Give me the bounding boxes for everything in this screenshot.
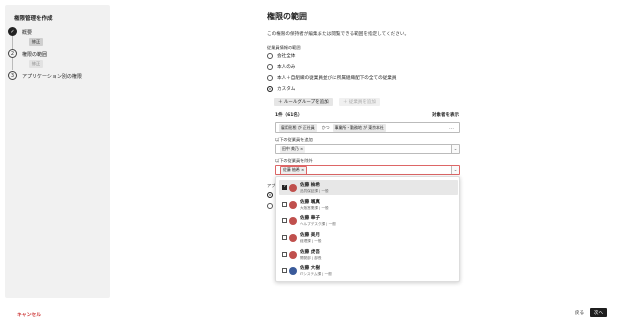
checkbox-icon[interactable] (282, 235, 287, 240)
step-3-label: アプリケーション別の権限 (22, 74, 82, 80)
next-button[interactable]: 次へ (590, 308, 607, 317)
page-title: 権限の範囲 (267, 12, 307, 21)
dropdown-option[interactable]: 佐藤 華子 ヘルプデスク課 | 一般 (279, 213, 458, 228)
back-button[interactable]: 戻る (572, 308, 587, 317)
checkbox-icon[interactable] (282, 252, 287, 257)
rule-chip-employment[interactable]: 雇用形態 が 正社員 (279, 123, 317, 132)
scope-option-self-org[interactable]: 本人＋自組織の従業員並びに所属組織配下の全ての従業員 (267, 75, 396, 81)
add-employee-button[interactable]: ＋ 従業員を追加 (339, 98, 380, 106)
avatar (289, 266, 297, 275)
show-targets-link[interactable]: 対象者を表示 (432, 112, 459, 118)
dropdown-option[interactable]: 佐藤 颯真 大阪営業課 | 一般 (279, 197, 458, 212)
sidebar-title: 権限管理を作成 (14, 16, 53, 22)
chevron-down-icon[interactable]: ⌄ (451, 145, 459, 153)
rule-joiner: かつ (321, 124, 330, 130)
checkbox-icon[interactable] (282, 268, 287, 273)
sidebar: 権限管理を作成 (5, 5, 110, 298)
scope-section-label: 従業員情報の範囲 (267, 45, 301, 50)
dropdown-option[interactable]: 佐藤 柚希 品質保証課 | 一般 (279, 180, 458, 195)
avatar (289, 216, 297, 225)
chevron-down-icon[interactable]: ⌄ (451, 166, 459, 174)
dropdown-option[interactable]: 佐藤 大樹 ITシステム課 | 一般 (279, 263, 458, 278)
step-1-check-icon: ✓ (8, 27, 17, 36)
radio-icon[interactable] (267, 203, 273, 209)
step-connector (12, 36, 13, 49)
step-1-label: 概要 (22, 30, 33, 36)
target-count: 1件（61名） (275, 113, 303, 118)
step-3-number: 3 (8, 71, 17, 80)
exclude-employees-label: 以下の従業員を除外 (275, 158, 313, 163)
step-2-label: 権限の範囲 (22, 52, 48, 58)
radio-icon[interactable] (267, 75, 273, 81)
selected-employee-chip[interactable]: 田中 美乃 × (280, 145, 306, 153)
checkbox-icon[interactable] (282, 202, 287, 207)
checkbox-icon[interactable] (282, 218, 287, 223)
exclude-employees-select[interactable]: 佐藤 柚希 × ⌄ (275, 165, 460, 175)
add-rule-group-button[interactable]: ＋ ルールグループを追加 (274, 98, 333, 106)
more-menu-icon[interactable]: … (449, 125, 454, 131)
page-description: この権限の保持者が編集または閲覧できる範囲を指定してください。 (267, 32, 410, 37)
step-2-number: 2 (8, 49, 17, 58)
cancel-button[interactable]: キャンセル (17, 311, 41, 318)
dropdown-option[interactable]: 佐藤 美月 経理課 | 一般 (279, 230, 458, 245)
radio-selected-icon[interactable] (267, 86, 273, 92)
avatar (289, 250, 297, 259)
avatar (289, 183, 297, 192)
step-2-edit-button[interactable]: 修正 (29, 60, 43, 68)
scope-option-custom[interactable]: カスタム (267, 86, 295, 92)
step-connector (12, 58, 13, 70)
rule-chip-office[interactable]: 事業所・勤務地 が 東京本社 (332, 123, 386, 132)
excluded-employee-chip[interactable]: 佐藤 柚希 × (280, 165, 308, 175)
checkbox-checked-icon[interactable] (282, 184, 287, 190)
employee-dropdown: 佐藤 柚希 品質保証課 | 一般 佐藤 颯真 大阪営業課 | 一般 佐藤 華子 … (275, 176, 460, 282)
radio-icon[interactable] (267, 53, 273, 59)
avatar (289, 200, 297, 209)
step-1-edit-button[interactable]: 修正 (29, 38, 43, 46)
add-employees-select[interactable]: 田中 美乃 × ⌄ (275, 144, 460, 154)
scope-option-company[interactable]: 会社全体 (267, 53, 295, 59)
radio-selected-icon[interactable] (267, 192, 273, 198)
avatar (289, 233, 297, 242)
add-employees-label: 以下の従業員を追加 (275, 137, 313, 142)
scope-option-self[interactable]: 本人のみ (267, 64, 295, 70)
dropdown-option[interactable]: 佐藤 虎吾 開発部 | 部長 (279, 247, 458, 262)
radio-icon[interactable] (267, 64, 273, 70)
rule-group[interactable]: 雇用形態 が 正社員 かつ 事業所・勤務地 が 東京本社 … (275, 122, 460, 133)
